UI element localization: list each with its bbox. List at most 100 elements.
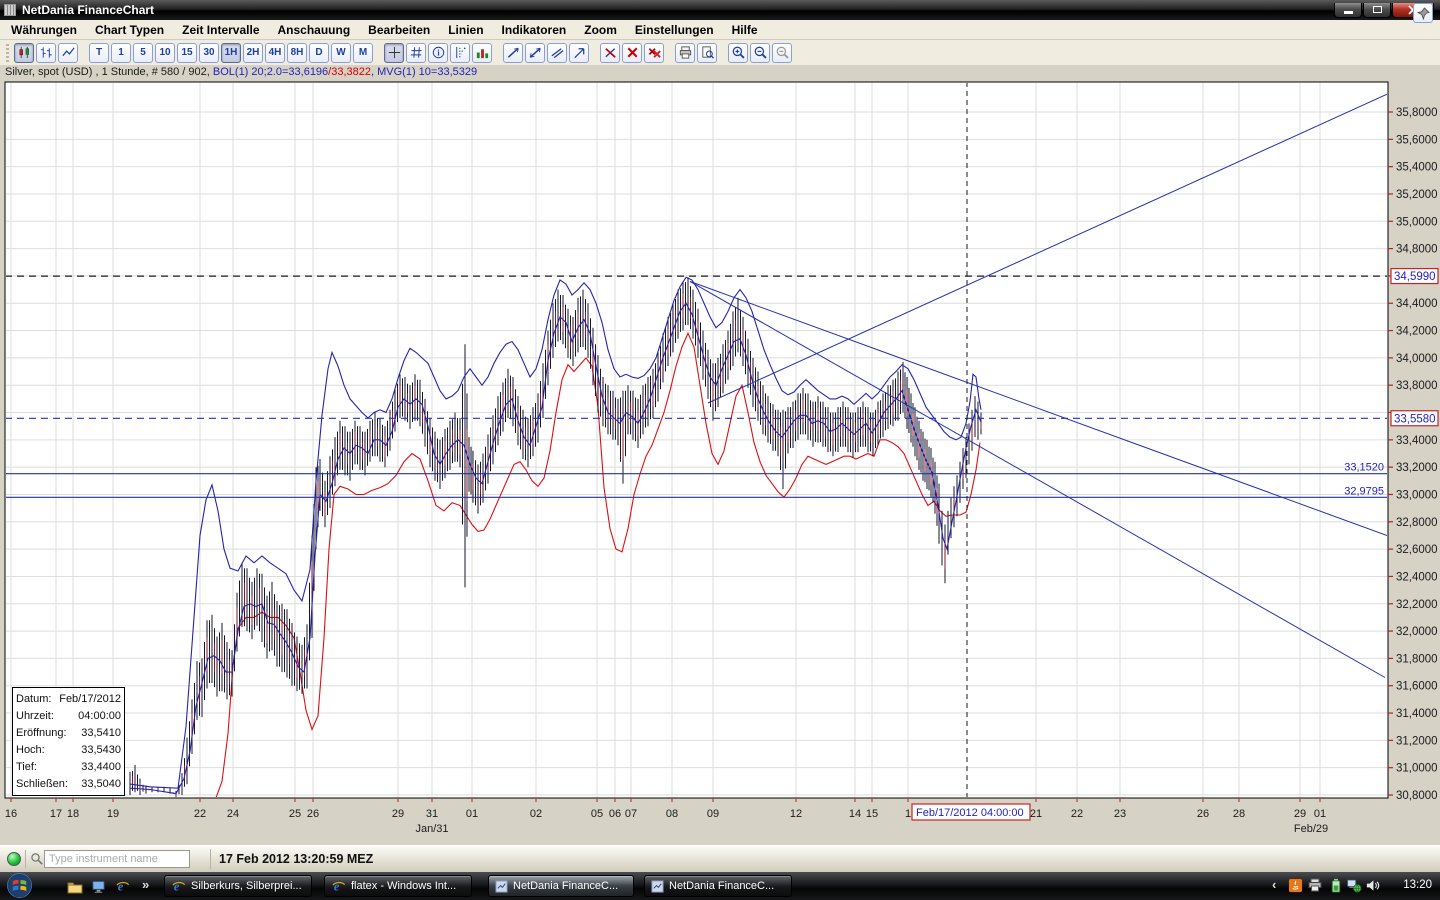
- menu-item-einstellungen[interactable]: Einstellungen: [626, 21, 723, 39]
- chart-area[interactable]: 33,152032,979535,800035,600035,400035,20…: [0, 80, 1440, 845]
- netdania-app-icon: [651, 880, 664, 893]
- quick-launch-show-desktop[interactable]: [90, 878, 107, 895]
- trendline-arrow-button[interactable]: [525, 43, 545, 63]
- svg-text:35,4000: 35,4000: [1396, 162, 1438, 174]
- deletex-icon: [625, 45, 640, 60]
- grid-button[interactable]: [406, 43, 426, 63]
- svg-text:33,4000: 33,4000: [1396, 435, 1438, 447]
- pin-toolbar-button[interactable]: [1413, 3, 1433, 23]
- svg-text:e: e: [118, 880, 124, 894]
- minimize-button[interactable]: [1334, 3, 1362, 18]
- candlestick-chart-button[interactable]: [14, 43, 34, 63]
- crosshair-button[interactable]: [384, 43, 404, 63]
- interval-1-button[interactable]: 1: [111, 43, 131, 63]
- svg-text:18: 18: [67, 808, 79, 820]
- svg-text:14: 14: [849, 808, 861, 820]
- taskbar-button-0[interactable]: eSilberkurs, Silberprei...: [164, 875, 312, 897]
- svg-text:01: 01: [466, 808, 478, 820]
- maximize-button[interactable]: [1363, 3, 1391, 18]
- svg-text:29: 29: [1294, 808, 1306, 820]
- interval-8H-button[interactable]: 8H: [287, 43, 307, 63]
- menu-item-währungen[interactable]: Währungen: [2, 21, 86, 39]
- menu-bar: WährungenChart TypenZeit IntervalleAnsch…: [0, 20, 1440, 40]
- zoom-reset-button[interactable]: [772, 43, 792, 63]
- remove-trendline-button[interactable]: [600, 43, 620, 63]
- trendline-button[interactable]: [503, 43, 523, 63]
- price-axis[interactable]: 35,800035,600035,400035,200035,000034,80…: [1388, 107, 1438, 802]
- internet-explorer-icon: e: [171, 879, 186, 894]
- taskbar-clock: 13:20: [1403, 879, 1432, 891]
- menu-item-zeit-intervalle[interactable]: Zeit Intervalle: [173, 21, 268, 39]
- tray-battery[interactable]: [1330, 878, 1342, 893]
- info-button[interactable]: i: [428, 43, 448, 63]
- tray-expand-chevron[interactable]: ‹: [1272, 877, 1276, 892]
- menu-item-bearbeiten[interactable]: Bearbeiten: [359, 21, 439, 39]
- interval-1H-button[interactable]: 1H: [221, 43, 241, 63]
- menu-item-indikatoren[interactable]: Indikatoren: [493, 21, 576, 39]
- interval-M-button[interactable]: M: [353, 43, 373, 63]
- svg-text:05: 05: [591, 808, 603, 820]
- instrument-search-input[interactable]: [44, 850, 190, 868]
- interval-30-button[interactable]: 30: [199, 43, 219, 63]
- tray-printer[interactable]: [1307, 878, 1323, 892]
- taskbar-button-2[interactable]: NetDania FinanceC...: [488, 875, 634, 897]
- info-icon: i: [431, 45, 446, 60]
- menu-item-zoom[interactable]: Zoom: [575, 21, 626, 39]
- trendline-channel-button[interactable]: [547, 43, 567, 63]
- svg-text:07: 07: [625, 808, 637, 820]
- tray-java[interactable]: [1288, 878, 1303, 893]
- trend2-icon: [528, 45, 543, 60]
- grid-icon: [409, 45, 424, 60]
- quick-launch-overflow-chevron[interactable]: »: [142, 877, 149, 892]
- tray-network[interactable]: [1346, 878, 1362, 893]
- bottom-bar: 17 Feb 2012 13:20:59 MEZ: [0, 845, 1440, 872]
- interval-10-button[interactable]: 10: [155, 43, 175, 63]
- zoom-in-button[interactable]: [728, 43, 748, 63]
- svg-text:32,4000: 32,4000: [1396, 571, 1438, 583]
- quick-launch-folder[interactable]: [66, 878, 83, 895]
- toolbar-handle[interactable]: [6, 44, 9, 62]
- tooltip-label: Hoch:: [16, 744, 45, 756]
- trendx-icon: [603, 45, 618, 60]
- price-annotation-button[interactable]: [450, 43, 470, 63]
- connection-status-icon: [7, 852, 21, 866]
- quick-launch-internet-explorer[interactable]: e: [114, 878, 131, 895]
- tray-speaker[interactable]: [1365, 878, 1380, 893]
- start-button[interactable]: [6, 872, 33, 899]
- interval-W-button[interactable]: W: [331, 43, 351, 63]
- print-button[interactable]: [675, 43, 695, 63]
- time-axis[interactable]: 1617181922242526293101020506070809121415…: [5, 798, 1328, 835]
- show-desktop-icon: [91, 880, 106, 894]
- ohlc-bar-chart-button[interactable]: [36, 43, 56, 63]
- print-preview-button[interactable]: [697, 43, 717, 63]
- interval-4H-button[interactable]: 4H: [265, 43, 285, 63]
- java-tray-icon: [1288, 878, 1303, 893]
- svg-text:33,8000: 33,8000: [1396, 380, 1438, 392]
- svg-text:30,8000: 30,8000: [1396, 790, 1438, 802]
- interval-D-button[interactable]: D: [309, 43, 329, 63]
- volume-button[interactable]: [472, 43, 492, 63]
- menu-item-anschauung[interactable]: Anschauung: [269, 21, 360, 39]
- volume-icon: [475, 45, 490, 60]
- trendline-ray-button[interactable]: [569, 43, 589, 63]
- price-chart-svg[interactable]: 33,152032,979535,800035,600035,400035,20…: [0, 80, 1440, 845]
- zoom-out-button[interactable]: [750, 43, 770, 63]
- interval-2H-button[interactable]: 2H: [243, 43, 263, 63]
- svg-text:34,8000: 34,8000: [1396, 244, 1438, 256]
- interval-5-button[interactable]: 5: [133, 43, 153, 63]
- menu-item-hilfe[interactable]: Hilfe: [723, 21, 767, 39]
- tooltip-value: Feb/17/2012: [59, 693, 121, 705]
- svg-text:35,0000: 35,0000: [1396, 216, 1438, 228]
- svg-text:32,2000: 32,2000: [1396, 599, 1438, 611]
- taskbar-button-3[interactable]: NetDania FinanceC...: [644, 875, 792, 897]
- app-taskbar-icon: [495, 880, 508, 893]
- interval-15-button[interactable]: 15: [177, 43, 197, 63]
- line-chart-button[interactable]: [58, 43, 78, 63]
- delete-all-objects-button[interactable]: [644, 43, 664, 63]
- menu-item-linien[interactable]: Linien: [439, 21, 492, 39]
- trend4-icon: [572, 45, 587, 60]
- menu-item-chart-typen[interactable]: Chart Typen: [86, 21, 173, 39]
- taskbar-button-1[interactable]: eflatex - Windows Int...: [324, 875, 472, 897]
- delete-object-button[interactable]: [622, 43, 642, 63]
- interval-T-button[interactable]: T: [89, 43, 109, 63]
